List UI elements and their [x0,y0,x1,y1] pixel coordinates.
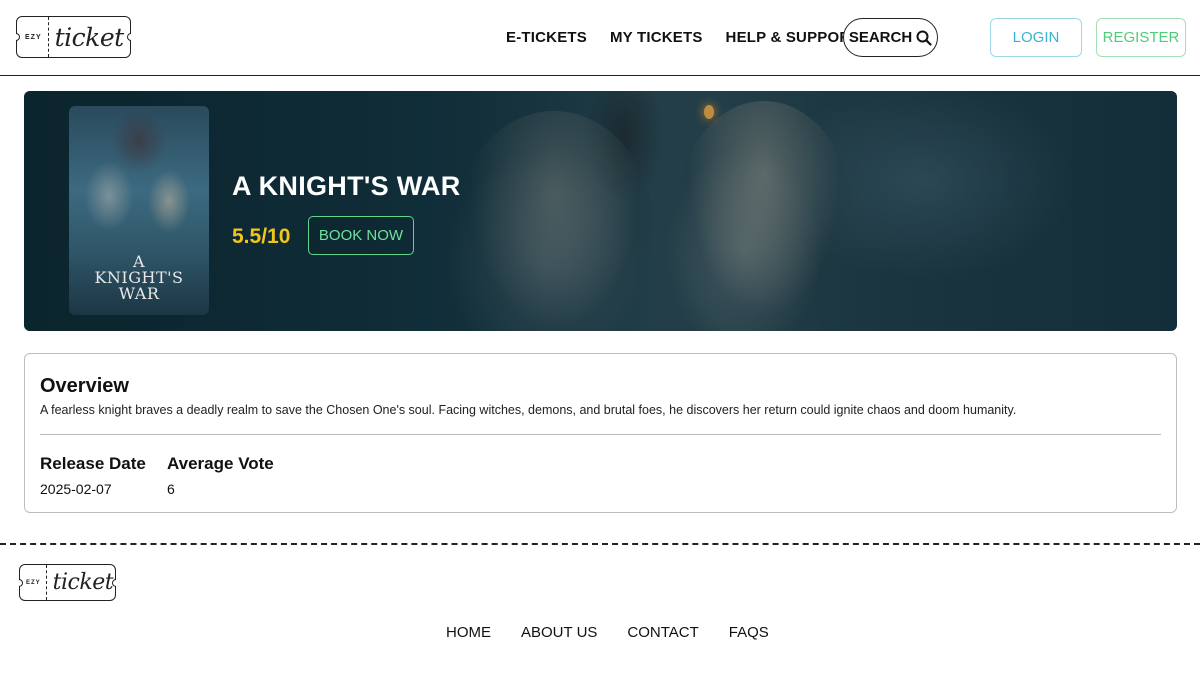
footer-link-faqs[interactable]: FAQS [729,624,769,641]
search-icon [916,30,932,46]
footer-ezy-ticket-logo[interactable]: EZY ticket [19,564,116,601]
book-now-button[interactable]: BOOK NOW [308,216,414,255]
site-header: EZY ticket E-TICKETS MY TICKETS HELP & S… [0,0,1200,76]
release-date-value: 2025-02-07 [40,481,112,497]
movie-hero-banner: A KNIGHT'S WAR A KNIGHT'S WAR 5.5/10 BOO… [24,91,1177,331]
footer-link-home[interactable]: HOME [446,624,491,641]
ezy-ticket-logo[interactable]: EZY ticket [16,16,131,58]
footer-dashed-divider [0,543,1200,545]
poster-title: A KNIGHT'S WAR [69,254,209,302]
nav-my-tickets[interactable]: MY TICKETS [610,29,703,46]
movie-rating: 5.5/10 [232,225,291,248]
footer-nav: HOME ABOUT US CONTACT FAQS [446,624,799,641]
main-nav: E-TICKETS MY TICKETS HELP & SUPPORT [506,29,883,46]
logo-script-text: ticket [54,22,125,52]
ticket-notch-left [19,578,23,587]
average-vote-label: Average Vote [167,454,274,473]
ticket-notch-right [127,33,131,41]
ticket-notch-left [16,33,20,41]
search-label: SEARCH [848,29,913,46]
overview-card: Overview A fearless knight braves a dead… [24,353,1177,513]
overview-description: A fearless knight braves a deadly realm … [40,403,1017,417]
poster-title-line: WAR [118,284,160,303]
logo-ezy-text: EZY [20,565,47,600]
footer-link-about-us[interactable]: ABOUT US [521,624,597,641]
nav-e-tickets[interactable]: E-TICKETS [506,29,587,46]
release-date-label: Release Date [40,454,146,473]
overview-divider [40,434,1161,435]
movie-title: A KNIGHT'S WAR [232,171,461,201]
average-vote-value: 6 [167,481,175,497]
footer-link-contact[interactable]: CONTACT [627,624,698,641]
movie-poster[interactable]: A KNIGHT'S WAR [69,106,209,315]
nav-help-support[interactable]: HELP & SUPPORT [726,29,860,46]
overview-heading: Overview [40,375,129,397]
login-button[interactable]: LOGIN [990,18,1082,57]
register-button[interactable]: REGISTER [1096,18,1186,57]
ticket-notch-right [112,578,116,587]
logo-ezy-text: EZY [17,17,49,57]
search-button[interactable]: SEARCH [843,18,938,57]
logo-script-text: ticket [52,570,114,595]
